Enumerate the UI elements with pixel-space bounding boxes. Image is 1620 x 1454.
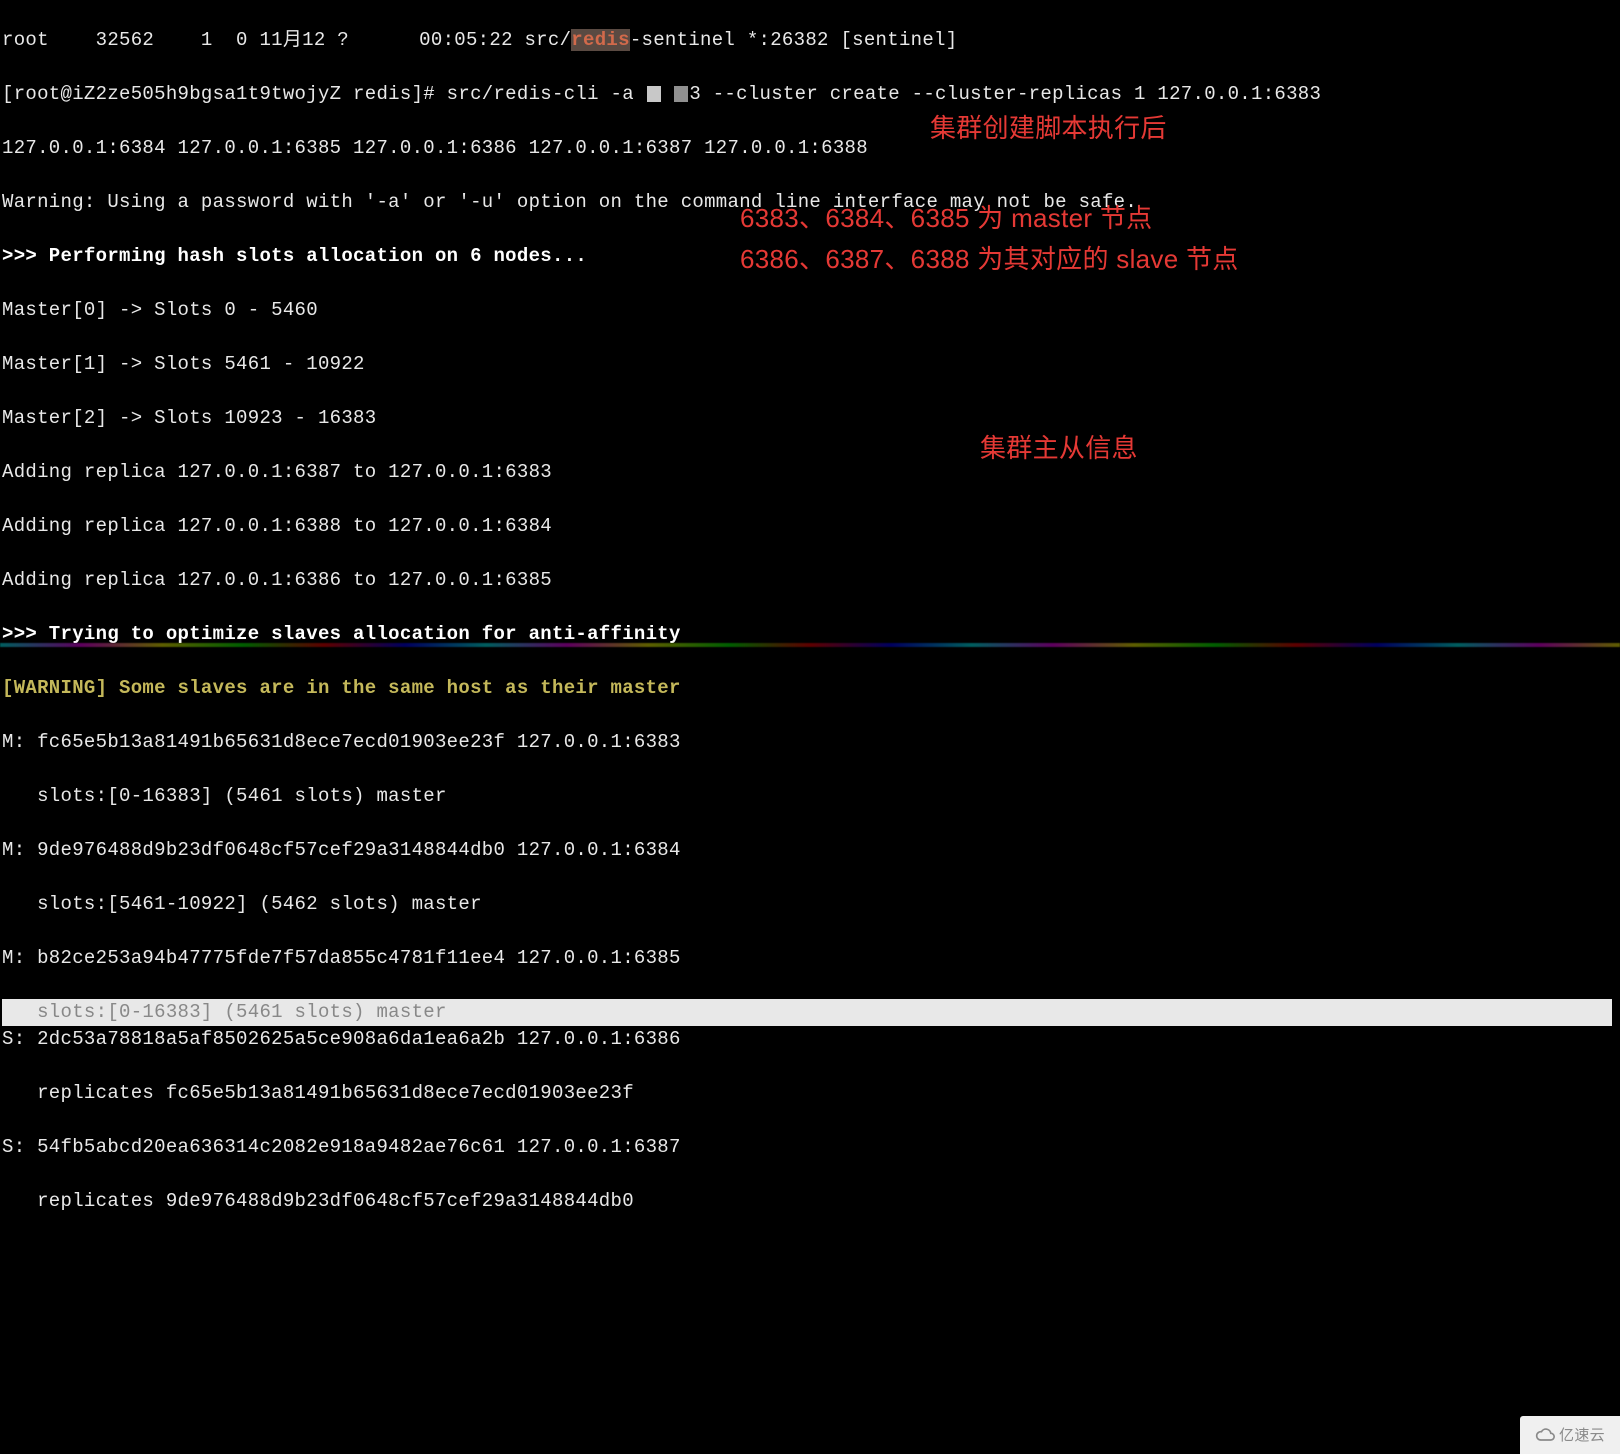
redis-highlight: redis xyxy=(571,29,630,51)
annotation-master-nodes: 6383、6384、6385 为 master 节点 xyxy=(740,205,1152,232)
m3-a: M: b82ce253a94b47775fde7f57da855c4781f11… xyxy=(2,945,1618,972)
s2-b: replicates 9de976488d9b23df0648cf57cef29… xyxy=(2,1188,1618,1215)
glitch-bar xyxy=(0,643,1620,647)
watermark-text: 亿速云 xyxy=(1559,1422,1605,1449)
addrep1-line: Adding replica 127.0.0.1:6387 to 127.0.0… xyxy=(2,459,1618,486)
annotation-script-executed: 集群创建脚本执行后 xyxy=(930,115,1167,142)
cloud-icon xyxy=(1535,1425,1555,1445)
addrep3-line: Adding replica 127.0.0.1:6386 to 127.0.0… xyxy=(2,567,1618,594)
s1-b: replicates fc65e5b13a81491b65631d8ece7ec… xyxy=(2,1080,1618,1107)
terminal-output: root 32562 1 0 11月12 ? 00:05:22 src/redi… xyxy=(0,0,1620,1242)
master0-line: Master[0] -> Slots 0 - 5460 xyxy=(2,297,1618,324)
ps-post: -sentinel *:26382 [sentinel] xyxy=(630,29,958,51)
prompt-mid: 3 --cluster create --cluster-replicas 1 … xyxy=(689,83,1333,105)
watermark: 亿速云 xyxy=(1520,1416,1620,1454)
prompt-pre: [root@iZ2ze505h9bgsa1t9twojyZ redis]# sr… xyxy=(2,83,646,105)
addrep2-line: Adding replica 127.0.0.1:6388 to 127.0.0… xyxy=(2,513,1618,540)
m1-b: slots:[0-16383] (5461 slots) master xyxy=(2,783,1618,810)
redacted-box xyxy=(674,86,688,102)
warn-same-host-line: [WARNING] Some slaves are in the same ho… xyxy=(2,675,1618,702)
m1-a: M: fc65e5b13a81491b65631d8ece7ecd01903ee… xyxy=(2,729,1618,756)
m2-b: slots:[5461-10922] (5462 slots) master xyxy=(2,891,1618,918)
s1-a: S: 2dc53a78818a5af8502625a5ce908a6da1ea6… xyxy=(2,1026,1618,1053)
annotation-slave-nodes: 6386、6387、6388 为其对应的 slave 节点 xyxy=(740,246,1239,273)
ps-pre: root 32562 1 0 11月12 ? 00:05:22 src/ xyxy=(2,29,571,51)
selected-line[interactable]: slots:[0-16383] (5461 slots) master xyxy=(2,999,1612,1026)
addresses-line: 127.0.0.1:6384 127.0.0.1:6385 127.0.0.1:… xyxy=(2,135,1618,162)
master1-line: Master[1] -> Slots 5461 - 10922 xyxy=(2,351,1618,378)
ps-line: root 32562 1 0 11月12 ? 00:05:22 src/redi… xyxy=(2,27,1618,54)
s2-a: S: 54fb5abcd20ea636314c2082e918a9482ae76… xyxy=(2,1134,1618,1161)
m2-a: M: 9de976488d9b23df0648cf57cef29a3148844… xyxy=(2,837,1618,864)
master2-line: Master[2] -> Slots 10923 - 16383 xyxy=(2,405,1618,432)
redacted-box xyxy=(647,86,661,102)
annotation-cluster-info: 集群主从信息 xyxy=(980,435,1138,462)
prompt-line: [root@iZ2ze505h9bgsa1t9twojyZ redis]# sr… xyxy=(2,81,1618,108)
